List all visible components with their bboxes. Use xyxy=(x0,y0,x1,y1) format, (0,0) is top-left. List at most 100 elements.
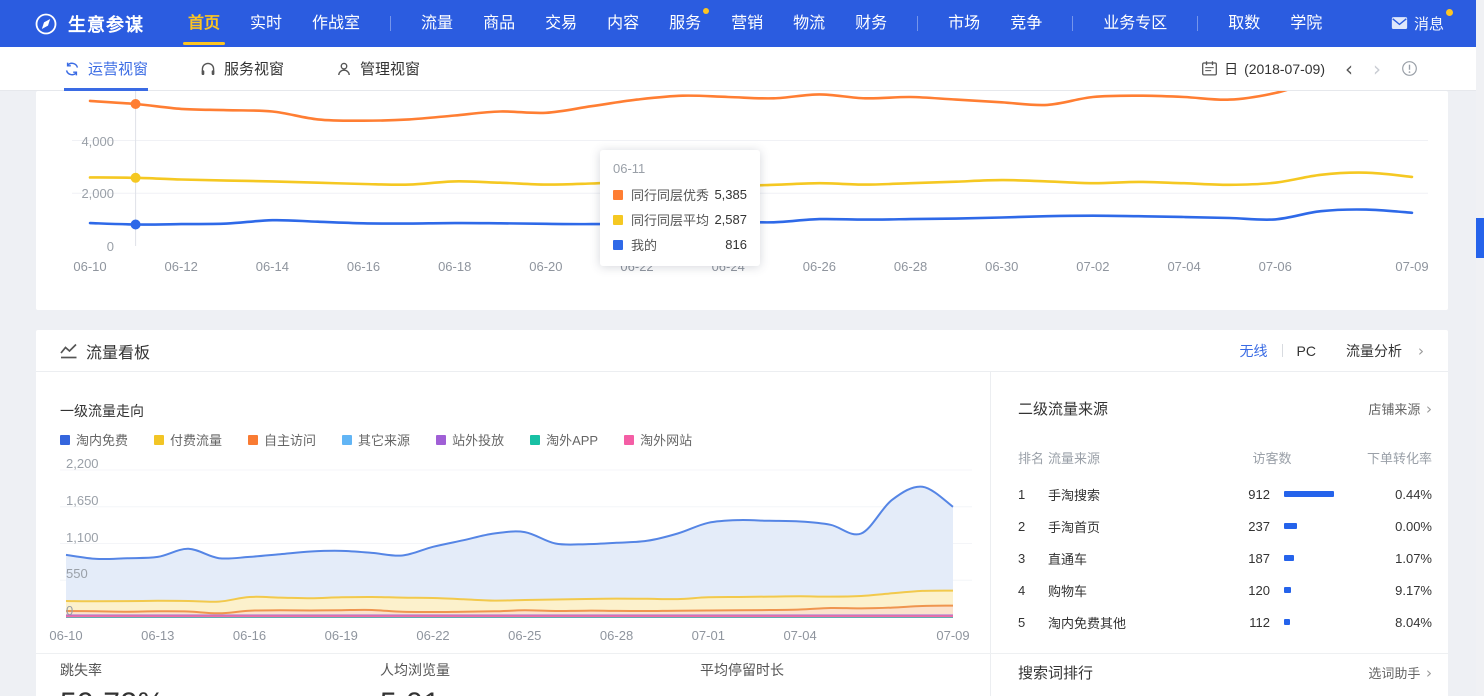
metric-label: 平均停留时长 xyxy=(700,660,808,680)
view-tab-管理视窗[interactable]: 管理视窗 xyxy=(336,47,420,91)
nav-item-竞争[interactable]: 竞争 xyxy=(1010,0,1042,47)
source-rank: 4 xyxy=(1018,583,1048,598)
traffic-source-row[interactable]: 3直通车1871.07% xyxy=(1018,542,1432,574)
tooltip-series-value: 816 xyxy=(725,237,747,252)
row-divider xyxy=(36,653,1448,654)
source-visitors-bar xyxy=(1284,523,1297,529)
nav-item-商品[interactable]: 商品 xyxy=(483,0,515,47)
source-bar-box xyxy=(1284,619,1348,625)
primary-traffic-area-chart[interactable] xyxy=(60,458,990,624)
metric-label: 跳失率 xyxy=(60,660,165,680)
traffic-board-header: 流量看板 无线 PC 流量分析 › xyxy=(36,330,1448,372)
x-axis-tick: 06-14 xyxy=(240,259,304,274)
tooltip-series-label: 我的 xyxy=(631,235,657,254)
nav-item-流量[interactable]: 流量 xyxy=(421,0,453,47)
x-axis-tick: 06-28 xyxy=(879,259,943,274)
date-mode-label: 日 xyxy=(1224,59,1238,79)
legend-item-淘内免费[interactable]: 淘内免费 xyxy=(60,430,128,449)
nav-item-取数[interactable]: 取数 xyxy=(1228,0,1260,47)
nav-item-实时[interactable]: 实时 xyxy=(250,0,282,47)
traffic-board-title: 流量看板 xyxy=(86,339,150,363)
x-axis-tick: 07-01 xyxy=(676,628,740,643)
info-icon[interactable] xyxy=(1401,60,1418,77)
legend-color-swatch xyxy=(530,435,540,445)
nav-item-财务[interactable]: 财务 xyxy=(855,0,887,47)
wireless-toggle[interactable]: 无线 xyxy=(1240,341,1268,361)
date-value: (2018-07-09) xyxy=(1244,61,1325,77)
traffic-source-row[interactable]: 4购物车1209.17% xyxy=(1018,574,1432,606)
nav-item-市场[interactable]: 市场 xyxy=(948,0,980,47)
y-axis-tick: 0 xyxy=(54,239,114,254)
traffic-source-row[interactable]: 5淘内免费其他1128.04% xyxy=(1018,606,1432,638)
view-tabs: 运营视窗 服务视窗 管理视窗 xyxy=(64,47,1201,91)
tooltip-series-value: 2,587 xyxy=(714,212,747,227)
legend-label: 站外投放 xyxy=(452,430,504,449)
chevron-right-icon: › xyxy=(1418,342,1424,360)
x-axis-tick: 06-13 xyxy=(126,628,190,643)
legend-color-swatch xyxy=(248,435,258,445)
nav-item-交易[interactable]: 交易 xyxy=(545,0,577,47)
legend-item-自主访问[interactable]: 自主访问 xyxy=(248,430,316,449)
tooltip-series-row: 同行同层平均2,587 xyxy=(613,210,747,229)
source-rank: 2 xyxy=(1018,519,1048,534)
metric-平均停留时长: 平均停留时长17.48秒 xyxy=(700,660,808,696)
scrollbar-track[interactable] xyxy=(1476,0,1484,696)
source-rank: 3 xyxy=(1018,551,1048,566)
notification-dot xyxy=(703,8,709,14)
date-picker[interactable]: 日 (2018-07-09) xyxy=(1201,59,1325,79)
x-axis-tick: 06-19 xyxy=(309,628,373,643)
legend-label: 淘内免费 xyxy=(76,430,128,449)
nav-item-服务[interactable]: 服务 xyxy=(669,0,701,47)
x-axis-tick: 06-12 xyxy=(149,259,213,274)
x-axis-tick: 06-26 xyxy=(787,259,851,274)
nav-divider xyxy=(390,16,391,31)
word-helper-link[interactable]: 选词助手 › xyxy=(1368,663,1432,682)
dashboard-page: 生意参谋 首页实时作战室 流量商品交易内容服务营销物流财务 市场竞争 业务专区 取数学院… xyxy=(0,0,1484,696)
pc-toggle[interactable]: PC xyxy=(1297,343,1316,359)
view-tab-服务视窗[interactable]: 服务视窗 xyxy=(200,47,284,91)
source-name: 手淘首页 xyxy=(1048,517,1210,536)
x-axis-tick: 06-20 xyxy=(514,259,578,274)
view-tab-运营视窗[interactable]: 运营视窗 xyxy=(64,47,148,91)
nav-item-作战室[interactable]: 作战室 xyxy=(312,0,360,47)
source-rank: 1 xyxy=(1018,487,1048,502)
nav-item-物流[interactable]: 物流 xyxy=(793,0,825,47)
source-bar-box xyxy=(1284,555,1348,561)
source-visitors-bar xyxy=(1284,587,1291,593)
date-prev-button[interactable]: ‹ xyxy=(1345,59,1353,79)
traffic-source-row[interactable]: 2手淘首页2370.00% xyxy=(1018,510,1432,542)
source-visitors-bar xyxy=(1284,619,1290,625)
headset-icon xyxy=(200,61,216,77)
date-next-button[interactable]: › xyxy=(1373,59,1381,79)
traffic-source-row[interactable]: 1手淘搜索9120.44% xyxy=(1018,478,1432,510)
source-conversion: 0.00% xyxy=(1348,519,1432,534)
legend-item-淘外网站[interactable]: 淘外网站 xyxy=(624,430,692,449)
traffic-analysis-link[interactable]: 流量分析 xyxy=(1346,341,1402,361)
column-divider xyxy=(990,372,991,696)
messages-button[interactable]: 消息 xyxy=(1391,13,1444,34)
scrollbar-thumb[interactable] xyxy=(1476,218,1484,258)
nav-item-业务专区[interactable]: 业务专区 xyxy=(1103,0,1167,47)
nav-item-首页[interactable]: 首页 xyxy=(188,0,220,47)
sources-table-header: 排名流量来源访客数下单转化率 xyxy=(1018,448,1432,467)
source-visitors: 912 xyxy=(1210,487,1270,502)
metric-跳失率: 跳失率59.72% xyxy=(60,660,165,696)
shop-sources-link[interactable]: 店铺来源 › xyxy=(1368,399,1432,418)
date-controls: 日 (2018-07-09) ‹ › xyxy=(1201,59,1418,79)
brand[interactable]: 生意参谋 xyxy=(34,11,144,37)
legend-item-付费流量[interactable]: 付费流量 xyxy=(154,430,222,449)
sync-icon xyxy=(64,61,80,77)
nav-item-学院[interactable]: 学院 xyxy=(1290,0,1322,47)
nav-item-内容[interactable]: 内容 xyxy=(607,0,639,47)
legend-item-其它来源[interactable]: 其它来源 xyxy=(342,430,410,449)
x-axis-tick: 06-10 xyxy=(34,628,98,643)
legend-item-站外投放[interactable]: 站外投放 xyxy=(436,430,504,449)
legend-color-swatch xyxy=(342,435,352,445)
tooltip-date: 06-11 xyxy=(613,161,747,176)
source-visitors: 187 xyxy=(1210,551,1270,566)
legend-item-淘外APP[interactable]: 淘外APP xyxy=(530,430,598,449)
nav-item-营销[interactable]: 营销 xyxy=(731,0,763,47)
tooltip-series-row: 同行同层优秀5,385 xyxy=(613,185,747,204)
x-axis-tick: 07-06 xyxy=(1243,259,1307,274)
legend-color-swatch xyxy=(60,435,70,445)
